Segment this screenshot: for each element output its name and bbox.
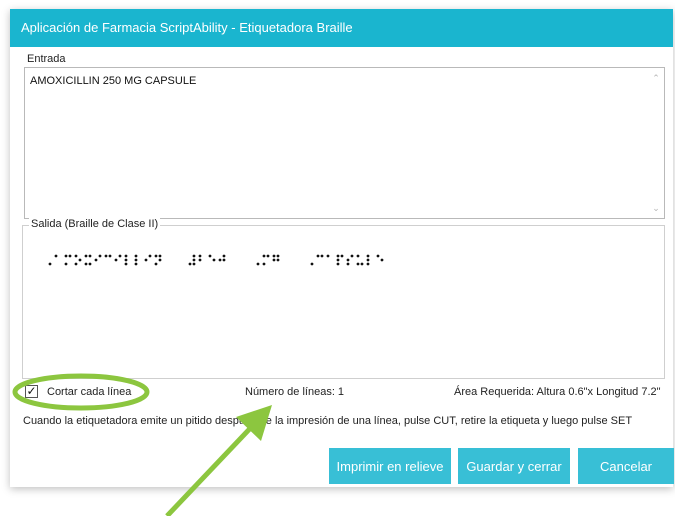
arrow-shaft xyxy=(165,416,262,516)
annotation-overlay xyxy=(12,373,272,516)
highlight-ellipse xyxy=(12,373,150,411)
